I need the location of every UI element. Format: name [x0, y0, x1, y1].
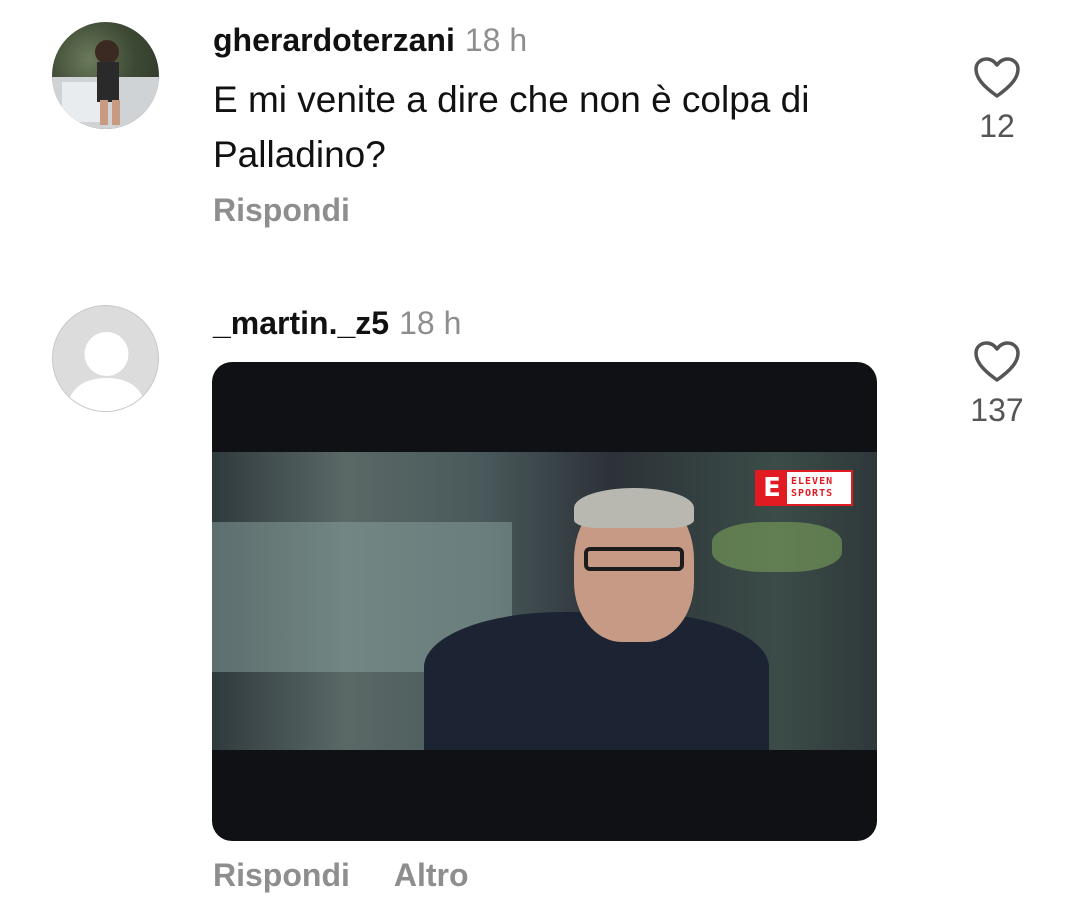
- timestamp: 18 h: [399, 305, 462, 341]
- logo-line: SPORTS: [791, 488, 834, 499]
- comment-actions: Rispondi Altro: [213, 855, 513, 895]
- gif-frame: E ELEVEN SPORTS: [212, 452, 877, 750]
- logo-text: ELEVEN SPORTS: [787, 476, 833, 500]
- glasses: [584, 547, 684, 571]
- logo-line: ELEVEN: [791, 476, 834, 487]
- comment-item: _martin._z5 18 h E ELEVEN SPORTS Rispondi…: [0, 0, 1080, 909]
- eleven-sports-logo: E ELEVEN SPORTS: [755, 470, 853, 506]
- like-control: 137: [957, 340, 1037, 430]
- media-gif[interactable]: E ELEVEN SPORTS: [212, 362, 877, 841]
- hair: [574, 488, 694, 528]
- comment-header: _martin._z5 18 h: [213, 303, 461, 343]
- avatar[interactable]: [52, 305, 159, 412]
- more-button[interactable]: Altro: [394, 857, 469, 893]
- like-count: 137: [970, 392, 1024, 428]
- reply-button[interactable]: Rispondi: [213, 857, 350, 893]
- heart-outline-icon[interactable]: [973, 340, 1021, 384]
- username[interactable]: _martin._z5: [213, 305, 389, 341]
- gif-person: [424, 488, 769, 750]
- default-avatar-icon: [67, 332, 146, 411]
- logo-letter: E: [757, 472, 787, 504]
